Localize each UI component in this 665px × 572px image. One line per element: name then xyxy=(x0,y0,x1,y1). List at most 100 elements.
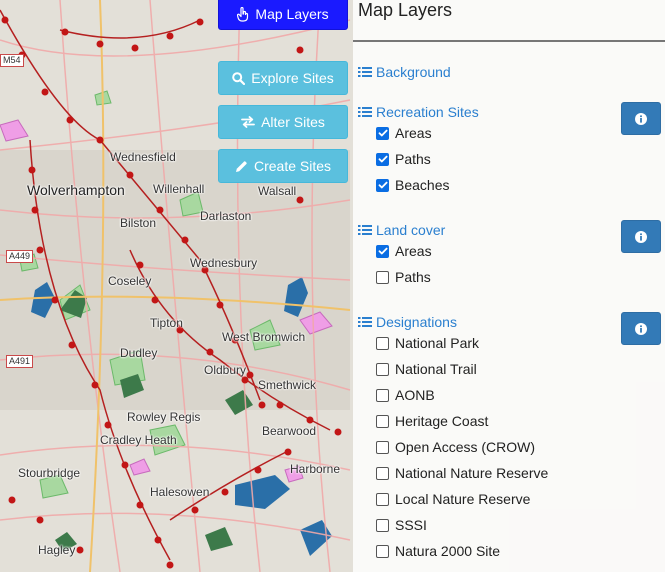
map-label-willenhall: Willenhall xyxy=(153,182,205,196)
option-label: Paths xyxy=(395,269,431,285)
map-label-halesowen: Halesowen xyxy=(150,485,210,499)
checkbox-box[interactable] xyxy=(376,544,389,558)
designation-heritage-coast-checkbox[interactable]: Heritage Coast xyxy=(376,413,488,429)
landcover-areas-checkbox[interactable]: Areas xyxy=(376,243,432,259)
group-designations-label: Designations xyxy=(376,314,457,330)
group-designations-toggle[interactable]: Designations xyxy=(358,314,457,330)
road-label-a449: A449 xyxy=(6,250,34,263)
checkbox-box[interactable] xyxy=(376,178,389,192)
checkbox-box[interactable] xyxy=(376,388,389,402)
list-icon xyxy=(358,107,372,117)
explore-sites-button[interactable]: Explore Sites xyxy=(218,61,348,95)
info-icon xyxy=(635,230,647,243)
option-label: SSSI xyxy=(395,517,427,533)
create-sites-button-label: Create Sites xyxy=(253,158,332,174)
checkbox-box[interactable] xyxy=(376,518,389,532)
option-label: Local Nature Reserve xyxy=(395,491,531,507)
map-label-west-bromwich: West Bromwich xyxy=(222,330,306,344)
landcover-info-button[interactable] xyxy=(621,220,661,253)
option-label: National Park xyxy=(395,335,480,351)
checkbox-box[interactable] xyxy=(376,414,389,428)
option-label: Areas xyxy=(395,125,432,141)
map-label-wednesfield: Wednesfield xyxy=(110,150,176,164)
alter-sites-button[interactable]: Alter Sites xyxy=(218,105,348,139)
road-label-m54: M54 xyxy=(0,54,24,67)
panel-divider xyxy=(353,40,665,42)
group-background-label: Background xyxy=(376,64,451,80)
map-label-dudley: Dudley xyxy=(120,346,158,360)
create-sites-button[interactable]: Create Sites xyxy=(218,149,348,183)
option-label: Open Access (CROW) xyxy=(395,439,536,455)
checkmark-icon xyxy=(378,129,387,137)
recreation-beaches-checkbox[interactable]: Beaches xyxy=(376,177,449,193)
designation-nnr-checkbox[interactable]: National Nature Reserve xyxy=(376,465,548,481)
checkbox-box[interactable] xyxy=(376,492,389,506)
checkbox-box[interactable] xyxy=(376,126,389,140)
checkbox-box[interactable] xyxy=(376,466,389,480)
map-label-walsall: Walsall xyxy=(258,184,297,198)
map-label-harborne: Harborne xyxy=(290,462,341,476)
designation-natura-2000-checkbox[interactable]: Natura 2000 Site xyxy=(376,543,500,559)
group-landcover-toggle[interactable]: Land cover xyxy=(358,222,445,238)
option-label: AONB xyxy=(395,387,435,403)
option-label: Paths xyxy=(395,151,431,167)
designation-aonb-checkbox[interactable]: AONB xyxy=(376,387,435,403)
checkbox-box[interactable] xyxy=(376,440,389,454)
exchange-icon xyxy=(241,116,255,128)
checkmark-icon xyxy=(378,155,387,163)
checkmark-icon xyxy=(378,247,387,255)
checkbox-box[interactable] xyxy=(376,244,389,258)
list-icon xyxy=(358,225,372,235)
map-label-tipton: Tipton xyxy=(150,316,183,330)
hand-pointer-icon xyxy=(237,6,249,22)
checkbox-box[interactable] xyxy=(376,152,389,166)
option-label: National Nature Reserve xyxy=(395,465,549,481)
map-label-wolverhampton: Wolverhampton xyxy=(27,182,125,198)
list-icon xyxy=(358,317,372,327)
list-icon xyxy=(358,67,372,77)
info-icon xyxy=(635,322,647,335)
group-recreation-toggle[interactable]: Recreation Sites xyxy=(358,104,479,120)
option-label: Heritage Coast xyxy=(395,413,489,429)
designations-info-button[interactable] xyxy=(621,312,661,345)
map-label-oldbury: Oldbury xyxy=(204,363,247,377)
map-label-bearwood: Bearwood xyxy=(262,424,317,438)
recreation-areas-checkbox[interactable]: Areas xyxy=(376,125,432,141)
checkbox-box[interactable] xyxy=(376,336,389,350)
group-background-toggle[interactable]: Background xyxy=(358,64,451,80)
map-label-bilston: Bilston xyxy=(120,216,157,230)
designation-national-trail-checkbox[interactable]: National Trail xyxy=(376,361,477,377)
designation-open-access-checkbox[interactable]: Open Access (CROW) xyxy=(376,439,535,455)
designation-sssi-checkbox[interactable]: SSSI xyxy=(376,517,427,533)
map-label-coseley: Coseley xyxy=(108,274,152,288)
panel-title: Map Layers xyxy=(358,0,453,20)
recreation-paths-checkbox[interactable]: Paths xyxy=(376,151,431,167)
explore-sites-button-label: Explore Sites xyxy=(251,70,334,86)
designation-lnr-checkbox[interactable]: Local Nature Reserve xyxy=(376,491,530,507)
map-label-rowley-regis: Rowley Regis xyxy=(127,410,201,424)
checkmark-icon xyxy=(378,181,387,189)
map-layers-button-label: Map Layers xyxy=(255,6,329,22)
map-label-darlaston: Darlaston xyxy=(200,209,252,223)
info-icon xyxy=(635,112,647,125)
option-label: Beaches xyxy=(395,177,450,193)
layers-panel: Map Layers Background Recreation Sites A… xyxy=(353,0,665,572)
map-layers-button[interactable]: Map Layers xyxy=(218,0,348,30)
checkbox-box[interactable] xyxy=(376,362,389,376)
option-label: Areas xyxy=(395,243,432,259)
map-label-wednesbury: Wednesbury xyxy=(190,256,258,270)
checkbox-box[interactable] xyxy=(376,270,389,284)
map-label-smethwick: Smethwick xyxy=(258,378,317,392)
landcover-paths-checkbox[interactable]: Paths xyxy=(376,269,431,285)
map-label-cradley-heath: Cradley Heath xyxy=(100,433,177,447)
group-landcover-label: Land cover xyxy=(376,222,446,238)
search-icon xyxy=(232,71,246,85)
alter-sites-button-label: Alter Sites xyxy=(261,114,325,130)
pencil-icon xyxy=(235,160,247,172)
designation-national-park-checkbox[interactable]: National Park xyxy=(376,335,479,351)
map-label-hagley: Hagley xyxy=(38,543,76,557)
option-label: National Trail xyxy=(395,361,477,377)
option-label: Natura 2000 Site xyxy=(395,543,501,559)
road-label-a491: A491 xyxy=(6,355,34,368)
recreation-info-button[interactable] xyxy=(621,102,661,135)
